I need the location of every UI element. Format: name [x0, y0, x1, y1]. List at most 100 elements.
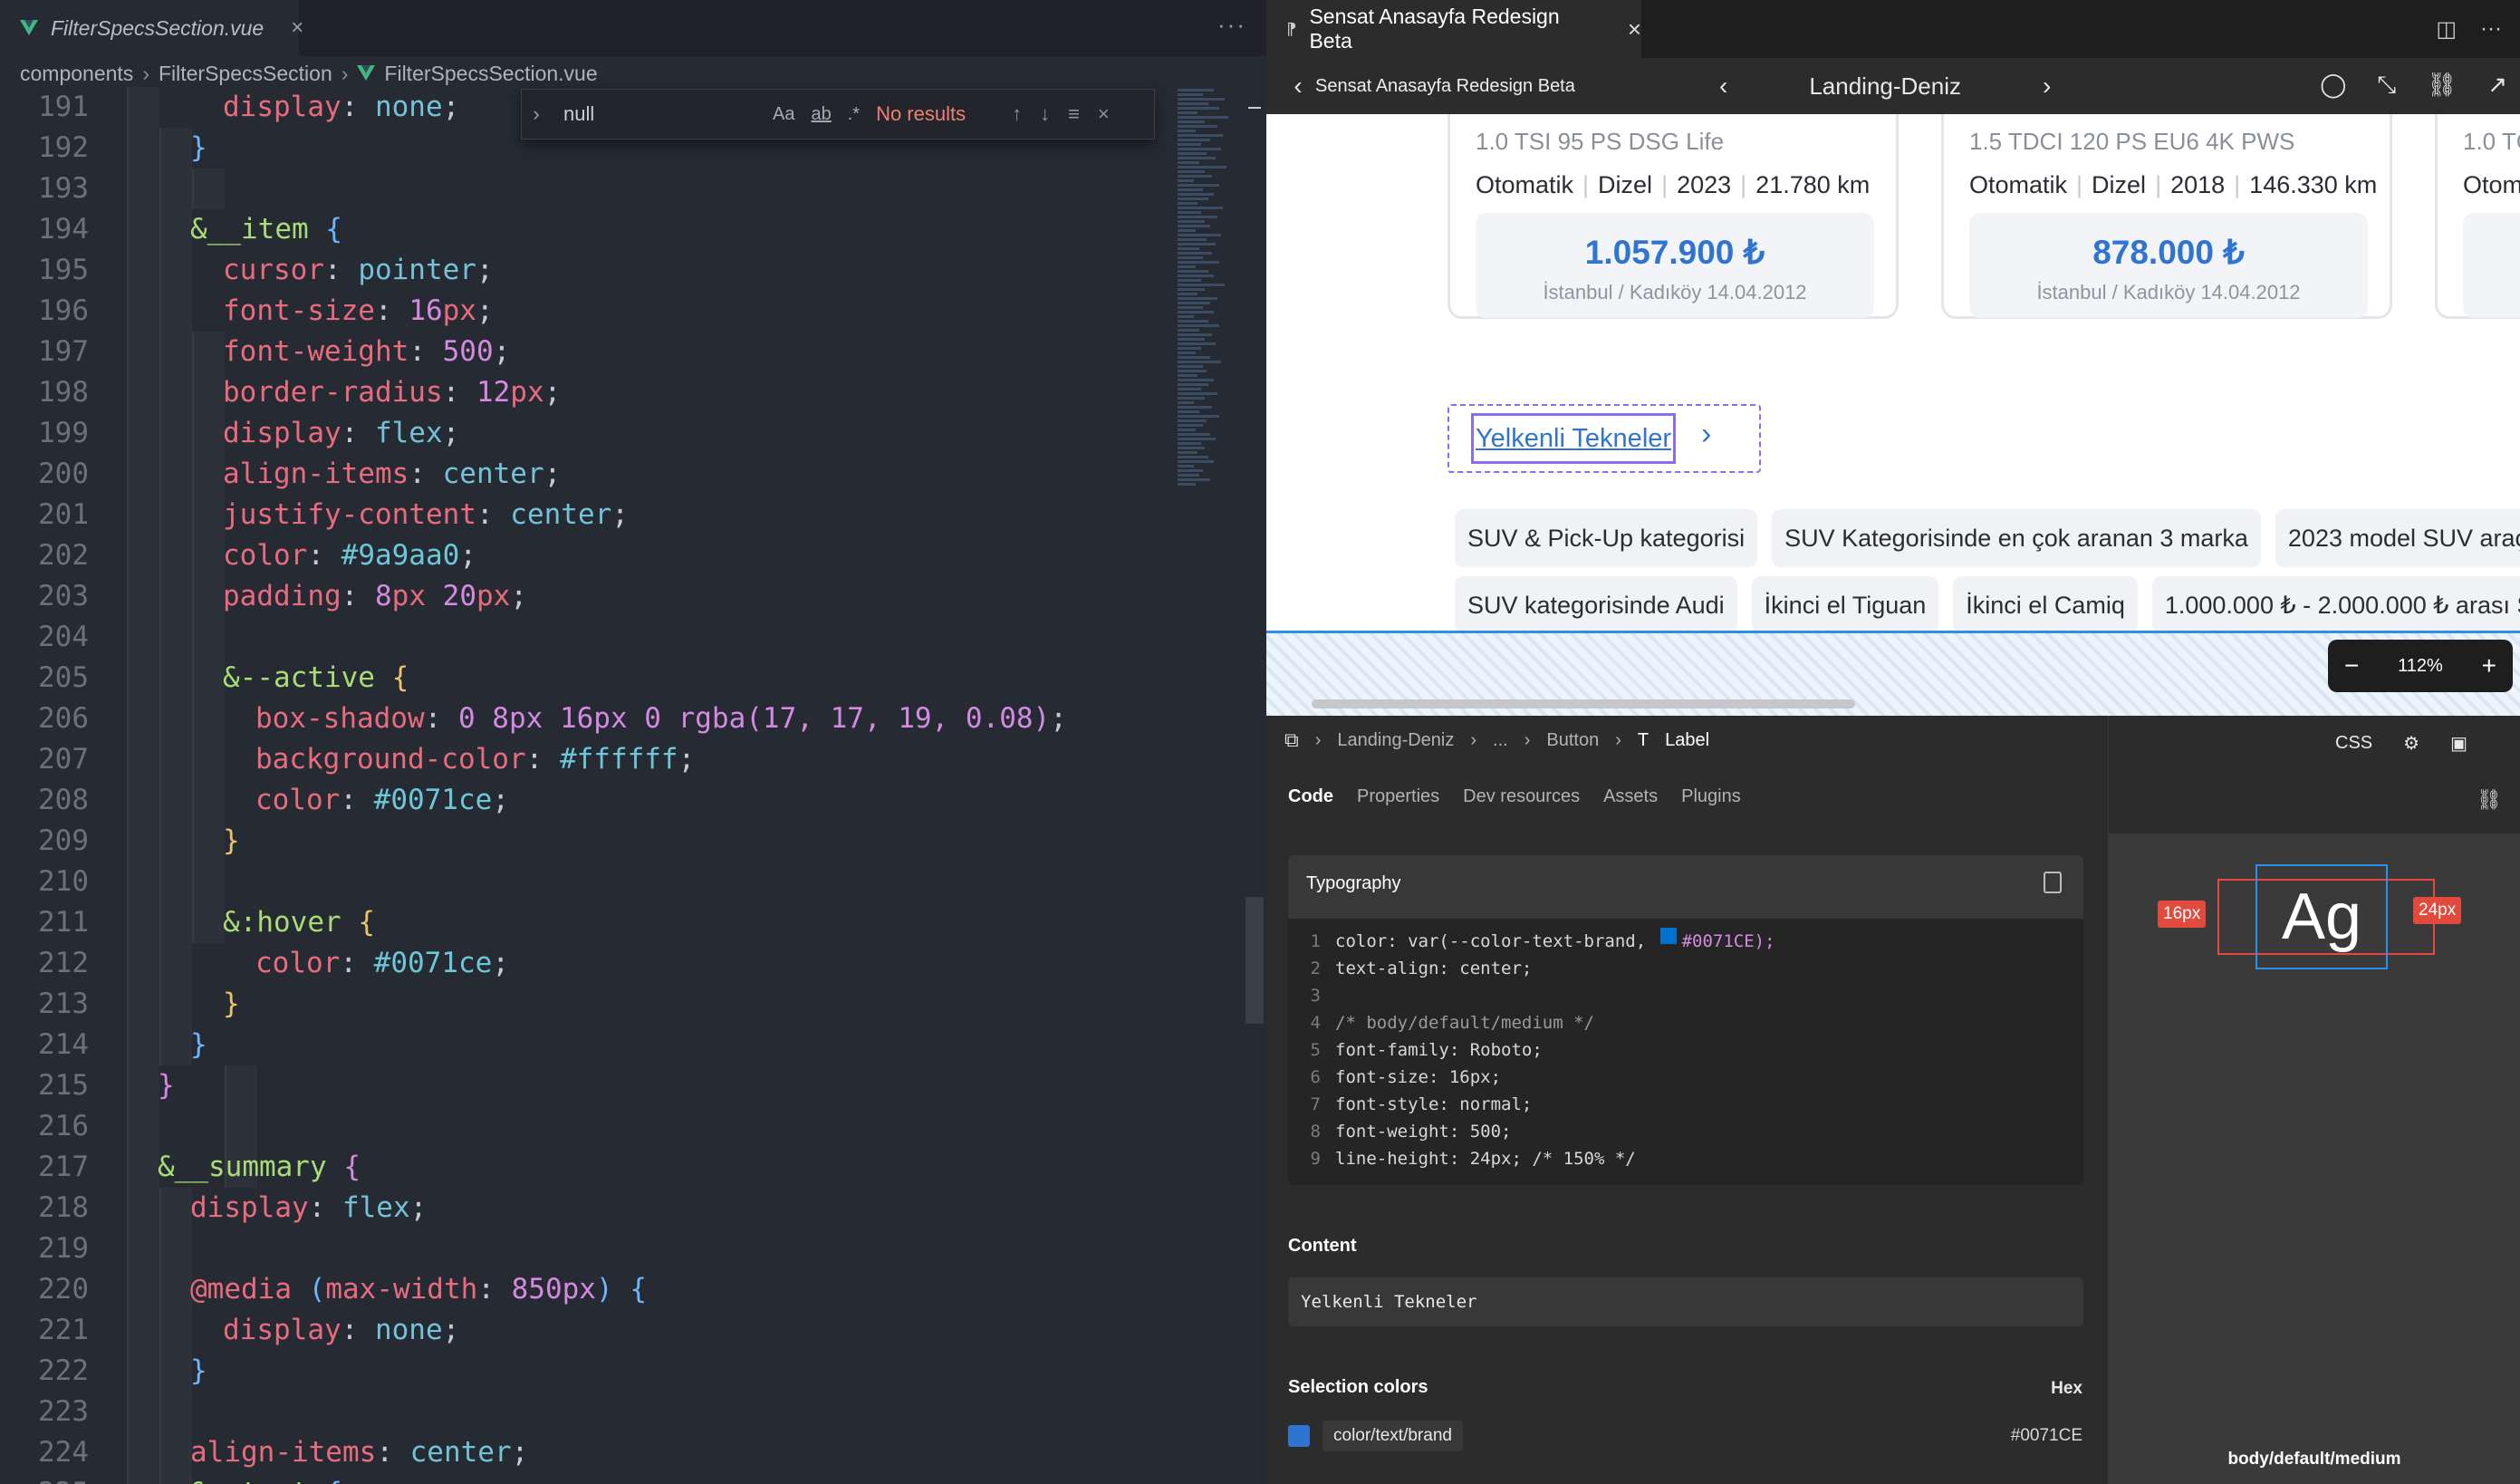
car-specs: Otomatik | Dizel | 2018 | 146.330 km	[1969, 171, 2378, 198]
chip[interactable]: SUV kategorisinde Audi	[1455, 576, 1737, 634]
vertical-scrollbar[interactable]	[1246, 897, 1264, 1024]
match-case-toggle[interactable]: Aa	[773, 104, 794, 125]
regex-toggle[interactable]: .*	[848, 104, 860, 125]
minimap[interactable]	[1178, 87, 1241, 703]
vue-icon	[357, 65, 376, 81]
zoom-in-icon[interactable]: +	[2482, 651, 2496, 680]
tab-assets[interactable]: Assets	[1603, 786, 1658, 807]
price-box: 1.057.900 ₺ İstanbul / Kadıköy 14.04.201…	[1476, 213, 1874, 318]
inspect-breadcrumb: ⧉ › Landing-Deniz › ... › Button › T Lab…	[1284, 728, 1710, 752]
panel-toggle-icon[interactable]: ▣	[2450, 732, 2467, 755]
chip[interactable]: 1.000.000 ₺ - 2.000.000 ₺ arası SUV	[2151, 576, 2520, 634]
find-input[interactable]: null	[551, 102, 773, 126]
whole-word-toggle[interactable]: ab	[811, 104, 831, 125]
code-line: 222}	[38, 1354, 207, 1387]
code-line: 223	[38, 1395, 89, 1428]
breadcrumb-item[interactable]: Button	[1546, 730, 1599, 751]
tab-dev-resources[interactable]: Dev resources	[1463, 786, 1580, 807]
close-icon[interactable]: ×	[291, 15, 303, 41]
link-plus-icon[interactable]: ⛓	[2477, 788, 2502, 812]
chip[interactable]: İkinci el Camiq	[1953, 576, 2138, 634]
code-area[interactable]: 191 display: none; 192} 193 194 &__item { …	[0, 87, 1178, 1484]
location: İstanbul / Kadıköy 14.04.2012	[1543, 281, 1807, 304]
chevron-right-icon[interactable]: ›	[2043, 72, 2051, 101]
page-navigator: ‹ Landing-Deniz ›	[1719, 58, 2051, 114]
breadcrumb-item[interactable]: ...	[1493, 730, 1508, 751]
code-line: 208 color: #0071ce;	[38, 784, 509, 816]
figma-tab[interactable]: ⁋ Sensat Anasayfa Redesign Beta ×	[1266, 0, 1641, 58]
code-line: 195 cursor: pointer;	[38, 254, 494, 286]
copy-icon[interactable]	[2044, 872, 2062, 893]
listing-card[interactable]: 1.5 TDCI 120 PS EU6 4K PWS Otomatik | Diz…	[1941, 114, 2392, 319]
spacing-tag: 16px	[2158, 901, 2207, 928]
arrow-down-icon[interactable]: ↓	[1040, 102, 1050, 126]
chevron-right-icon[interactable]: ›	[522, 102, 551, 126]
spacing-tag: 24px	[2413, 897, 2462, 924]
color-row[interactable]: color/text/brand	[1288, 1421, 1463, 1451]
spec-fuel: Dizel	[1598, 171, 1653, 198]
breadcrumb-item[interactable]: FilterSpecsSection.vue	[384, 62, 597, 86]
layers-icon[interactable]: ⧉	[1284, 728, 1299, 752]
chip-row: SUV kategorisinde Audi İkinci el Tiguan …	[1455, 576, 2520, 634]
code-line: 218 display: flex;	[38, 1191, 428, 1224]
spec-gear: Otomatik	[1476, 171, 1574, 198]
editor-tabbar: FilterSpecsSection.vue × ···	[0, 0, 1266, 56]
inspect-panel: ⧉ › Landing-Deniz › ... › Button › T Lab…	[1266, 716, 2109, 1484]
more-actions-icon[interactable]: ···	[2480, 16, 2502, 43]
price: 1.057.900 ₺	[1584, 234, 1765, 271]
more-actions-icon[interactable]: ···	[1217, 11, 1246, 39]
breadcrumb-item[interactable]: Label	[1665, 730, 1709, 751]
back-icon[interactable]: ‹	[1281, 72, 1315, 101]
inspect-tabs: Code Properties Dev resources Assets Plu…	[1288, 786, 1741, 807]
color-format-dropdown[interactable]: Hex	[2051, 1379, 2082, 1399]
breadcrumb-item[interactable]: FilterSpecsSection	[159, 62, 332, 86]
car-model: 1.0 TC	[2463, 128, 2520, 155]
find-options: Aa ab .*	[773, 104, 860, 125]
split-view-icon[interactable]: ◫	[2436, 16, 2457, 43]
code-line: 220 @media (max-width: 850px) {	[38, 1273, 647, 1306]
chevron-left-icon[interactable]: ‹	[1719, 72, 1727, 101]
selection-colors-title: Selection colors	[1288, 1377, 1428, 1397]
comment-icon[interactable]: ◯	[2320, 71, 2346, 100]
design-canvas[interactable]: 1.0 TSI 95 PS DSG Life Otomatik | Dizel | …	[1266, 114, 2520, 716]
tab-code[interactable]: Code	[1288, 786, 1333, 807]
breadcrumb-item[interactable]: components	[20, 62, 133, 86]
find-widget: › null Aa ab .* No results ↑ ↓ ≡ ×	[521, 89, 1155, 140]
tab-plugins[interactable]: Plugins	[1681, 786, 1741, 807]
zoom-control: − 112% +	[2328, 640, 2513, 692]
code-line: 224 align-items: center;	[38, 1436, 529, 1469]
editor-tab[interactable]: FilterSpecsSection.vue ×	[0, 0, 303, 56]
chip[interactable]: SUV & Pick-Up kategorisi	[1455, 509, 1758, 567]
code-line: 216	[38, 1110, 89, 1142]
content-value[interactable]: Yelkenli Tekneler	[1288, 1277, 2083, 1326]
chip[interactable]: 2023 model SUV araçlar	[2275, 509, 2520, 567]
selected-label[interactable]: Yelkenli Tekneler	[1471, 413, 1677, 464]
listing-card[interactable]: 1.0 TSI 95 PS DSG Life Otomatik | Dizel | …	[1448, 114, 1899, 319]
spec-year: 2018	[2170, 171, 2226, 198]
zoom-out-icon[interactable]: −	[2344, 651, 2359, 680]
language-dropdown[interactable]: CSS	[2335, 733, 2372, 754]
page-name[interactable]: Landing-Deniz	[1809, 72, 1961, 101]
zoom-level[interactable]: 112%	[2398, 656, 2443, 677]
code-line: 215}	[38, 1069, 175, 1102]
close-icon[interactable]: ×	[1628, 15, 1641, 43]
horizontal-scrollbar[interactable]	[1312, 699, 1855, 708]
color-swatch	[1659, 928, 1677, 944]
css-code-block[interactable]: 1 color: var(--color-text-brand, #0071CE)…	[1288, 919, 2083, 1185]
breadcrumb-item[interactable]: Landing-Deniz	[1337, 730, 1454, 751]
find-buttons: ↑ ↓ ≡ ×	[1012, 102, 1110, 126]
selection-icon[interactable]: ≡	[1068, 102, 1080, 126]
color-swatch	[1288, 1425, 1310, 1447]
settings-icon[interactable]: ⚙	[2403, 732, 2419, 755]
collapse-icon[interactable]: ⤡	[2377, 71, 2396, 100]
listing-card[interactable]: 1.0 TC Otom	[2435, 114, 2520, 319]
code-line: 211 &:hover {	[38, 906, 375, 939]
arrow-up-icon[interactable]: ↑	[1012, 102, 1022, 126]
chip[interactable]: SUV Kategorisinde en çok aranan 3 marka	[1772, 509, 2261, 567]
tab-properties[interactable]: Properties	[1357, 786, 1439, 807]
chip[interactable]: İkinci el Tiguan	[1751, 576, 1939, 634]
close-icon[interactable]: ×	[1098, 102, 1110, 126]
link-icon[interactable]: ⛓	[2427, 71, 2457, 100]
code-line: 212 color: #0071ce;	[38, 947, 509, 979]
external-link-icon[interactable]: ↗	[2487, 71, 2507, 100]
